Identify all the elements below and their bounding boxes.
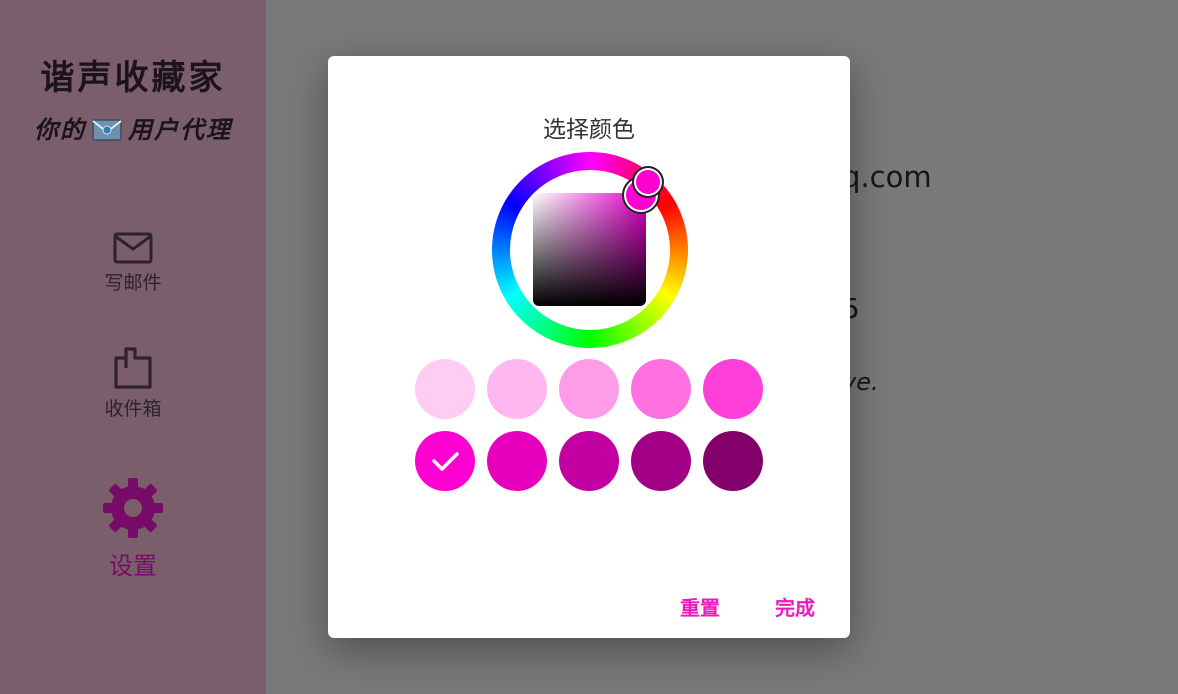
hue-handle[interactable] bbox=[636, 170, 660, 194]
done-button[interactable]: 完成 bbox=[775, 592, 815, 621]
color-swatch[interactable] bbox=[559, 359, 619, 419]
email-address-text: q.com bbox=[842, 160, 932, 194]
color-swatch[interactable] bbox=[631, 431, 691, 491]
app-title: 谐声收藏家 bbox=[40, 58, 226, 98]
color-swatch[interactable] bbox=[415, 431, 475, 491]
inbox-icon bbox=[113, 347, 153, 394]
sidebar-item-inbox[interactable]: 收件箱 bbox=[0, 346, 266, 421]
app-subtitle: 你的 用户代理 bbox=[0, 110, 266, 147]
check-icon bbox=[430, 446, 460, 480]
color-swatch[interactable] bbox=[631, 359, 691, 419]
envelope-emoji-icon bbox=[92, 119, 122, 147]
sidebar: 谐声收藏家 你的 用户代理 写邮件 收件箱 设置 bbox=[0, 0, 266, 694]
color-swatch[interactable] bbox=[703, 359, 763, 419]
sidebar-item-settings[interactable]: 设置 bbox=[0, 478, 266, 581]
color-swatch[interactable] bbox=[487, 431, 547, 491]
sidebar-item-compose[interactable]: 写邮件 bbox=[0, 232, 266, 295]
subtitle-prefix: 你的 bbox=[34, 116, 86, 144]
mail-icon bbox=[113, 232, 153, 268]
color-swatch[interactable] bbox=[487, 359, 547, 419]
color-swatch[interactable] bbox=[559, 431, 619, 491]
sidebar-item-label: 设置 bbox=[109, 552, 157, 580]
sidebar-item-label: 写邮件 bbox=[104, 272, 162, 294]
sidebar-item-label: 收件箱 bbox=[104, 398, 162, 420]
gear-icon bbox=[103, 478, 163, 542]
color-picker-dialog: 选择颜色 重置 完成 bbox=[328, 56, 850, 638]
color-swatch[interactable] bbox=[703, 431, 763, 491]
reset-button[interactable]: 重置 bbox=[680, 592, 720, 621]
color-swatch[interactable] bbox=[415, 359, 475, 419]
dialog-title: 选择颜色 bbox=[543, 117, 635, 143]
subtitle-suffix: 用户代理 bbox=[128, 116, 232, 144]
saturation-value-square[interactable] bbox=[533, 193, 646, 306]
